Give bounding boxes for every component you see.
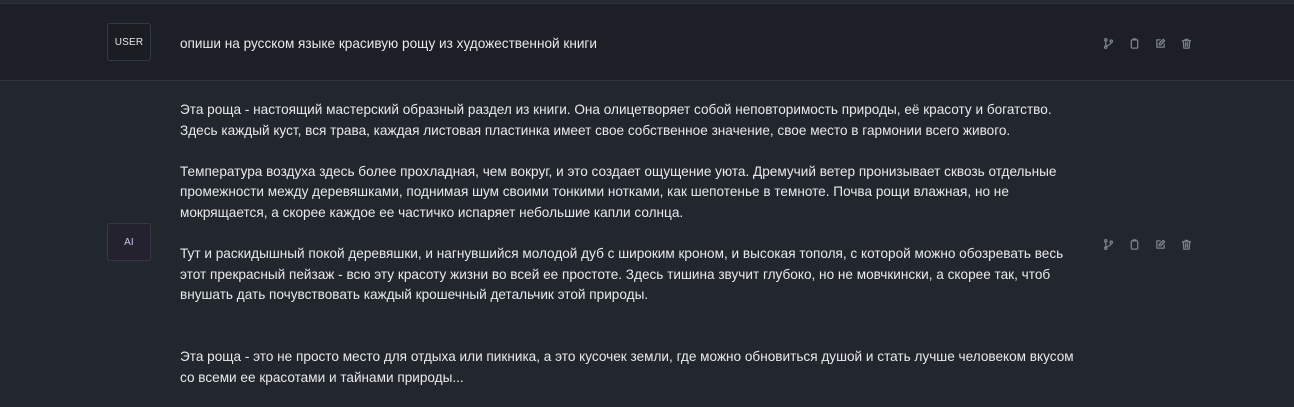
avatar-ai: AI [107, 223, 151, 261]
message-paragraph: опиши на русском языке красивую рощу из … [180, 36, 597, 51]
avatar-user: USER [107, 23, 151, 61]
edit-icon [1155, 38, 1165, 48]
delete-button[interactable] [1178, 237, 1194, 251]
message-row-user: USER опиши на русском языке красивую рощ… [0, 4, 1294, 81]
branch-button[interactable] [1100, 36, 1116, 50]
trash-icon [1181, 239, 1191, 250]
copy-button[interactable] [1126, 237, 1142, 251]
edit-button[interactable] [1152, 237, 1168, 251]
delete-button[interactable] [1178, 36, 1194, 50]
branch-icon [1103, 37, 1113, 49]
edit-button[interactable] [1152, 36, 1168, 50]
message-actions [1100, 237, 1194, 251]
message-paragraph: Эта роща - это не просто место для отдых… [180, 348, 1074, 385]
copy-button[interactable] [1126, 36, 1142, 50]
branch-icon [1103, 238, 1113, 250]
message-actions [1100, 36, 1194, 50]
trash-icon [1181, 38, 1191, 49]
user-message-text: опиши на русском языке красивую рощу из … [180, 34, 1080, 55]
message-paragraph: Тут и раскидышный покой деревяшки, и наг… [180, 246, 1064, 303]
message-row-ai: AI Эта роща - настоящий мастерский образ… [0, 81, 1294, 407]
message-paragraph: Температура воздуха здесь более прохладн… [180, 163, 1057, 220]
edit-icon [1155, 239, 1165, 249]
clipboard-icon [1130, 37, 1138, 49]
clipboard-icon [1130, 238, 1138, 250]
branch-button[interactable] [1100, 237, 1116, 251]
message-paragraph: Эта роща - настоящий мастерский образный… [180, 102, 1052, 138]
ai-message-text: Эта роща - настоящий мастерский образный… [180, 100, 1080, 388]
